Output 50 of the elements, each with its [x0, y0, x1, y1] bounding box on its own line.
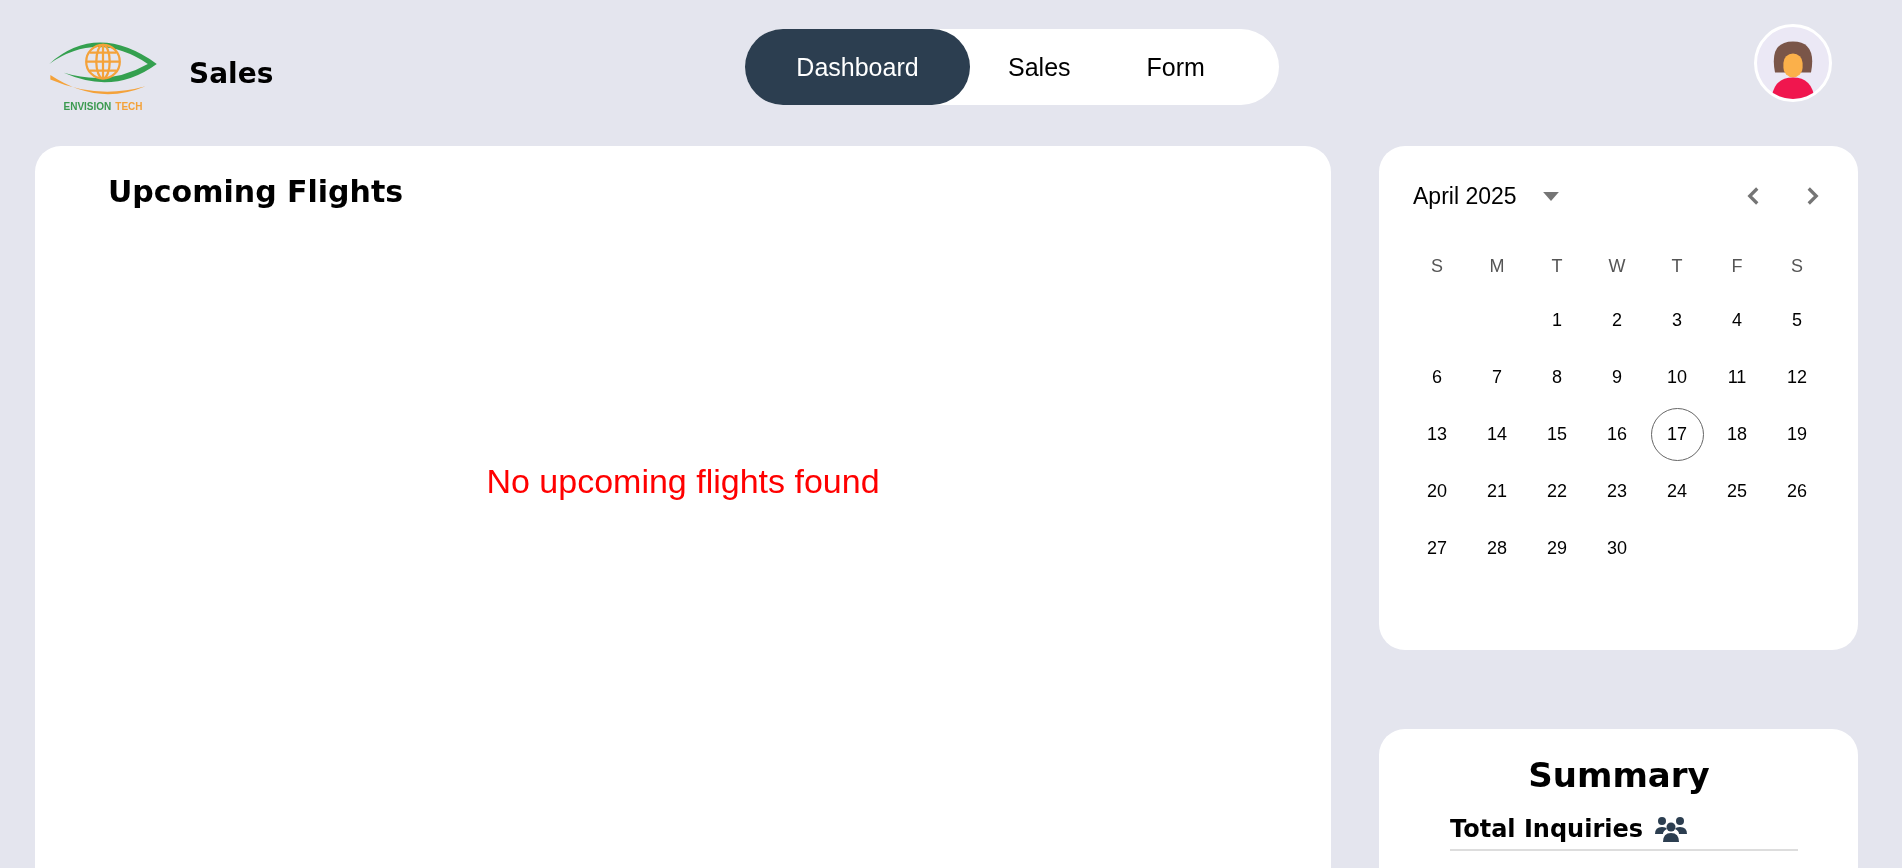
weekday-label: S: [1790, 254, 1804, 278]
calendar-day[interactable]: 18: [1710, 408, 1764, 461]
calendar-day[interactable]: 24: [1650, 465, 1704, 518]
calendar-day[interactable]: 23: [1590, 465, 1644, 518]
calendar-day[interactable]: 2: [1590, 294, 1644, 347]
weekday-label: W: [1607, 254, 1627, 278]
nav-tab[interactable]: Sales: [970, 29, 1109, 105]
calendar-day[interactable]: 12: [1770, 351, 1824, 404]
next-month-icon[interactable]: [1806, 186, 1819, 206]
weekday-label: M: [1488, 254, 1506, 278]
calendar-day[interactable]: 13: [1410, 408, 1464, 461]
summary-title: Summary: [1527, 755, 1711, 795]
calendar-day[interactable]: 21: [1470, 465, 1524, 518]
calendar-day[interactable]: 25: [1710, 465, 1764, 518]
calendar-day[interactable]: 28: [1470, 522, 1524, 575]
weekday-label: F: [1730, 254, 1744, 278]
calendar-day[interactable]: 20: [1410, 465, 1464, 518]
logo-text: ENVISION TECH: [63, 101, 143, 112]
calendar-day[interactable]: 1: [1530, 294, 1584, 347]
calendar-day[interactable]: 19: [1770, 408, 1824, 461]
people-group-icon: [1655, 816, 1688, 842]
previous-month-icon[interactable]: [1747, 186, 1760, 206]
calendar-day[interactable]: 10: [1650, 351, 1704, 404]
calendar-day[interactable]: 3: [1650, 294, 1704, 347]
caret-icon[interactable]: [1542, 191, 1559, 201]
app-title: Sales: [189, 56, 274, 90]
weekday-label: T: [1550, 254, 1564, 278]
calendar-day[interactable]: 22: [1530, 465, 1584, 518]
nav-tab[interactable]: Form: [1108, 29, 1243, 105]
empty-message: No upcoming flights found: [486, 462, 880, 501]
calendar-day[interactable]: 7: [1470, 351, 1524, 404]
month-selector[interactable]: April 2025: [1413, 182, 1517, 210]
calendar-day[interactable]: 29: [1530, 522, 1584, 575]
calendar-day[interactable]: 4: [1710, 294, 1764, 347]
flights-title: Upcoming Flights: [108, 174, 405, 209]
weekday-label: T: [1670, 254, 1684, 278]
summary-label: Total Inquiries: [1450, 815, 1644, 843]
nav-tab[interactable]: Dashboard: [745, 29, 970, 105]
calendar-day[interactable]: 9: [1590, 351, 1644, 404]
calendar-day[interactable]: 14: [1470, 408, 1524, 461]
calendar-day[interactable]: 6: [1410, 351, 1464, 404]
calendar-day[interactable]: 26: [1770, 465, 1824, 518]
calendar-day[interactable]: 15: [1530, 408, 1584, 461]
calendar-day[interactable]: 5: [1770, 294, 1824, 347]
calendar-day[interactable]: 30: [1590, 522, 1644, 575]
weekday-label: S: [1430, 254, 1444, 278]
calendar-day[interactable]: 16: [1590, 408, 1644, 461]
calendar-day[interactable]: 27: [1410, 522, 1464, 575]
calendar-day[interactable]: 11: [1710, 351, 1764, 404]
calendar-day[interactable]: 8: [1530, 351, 1584, 404]
